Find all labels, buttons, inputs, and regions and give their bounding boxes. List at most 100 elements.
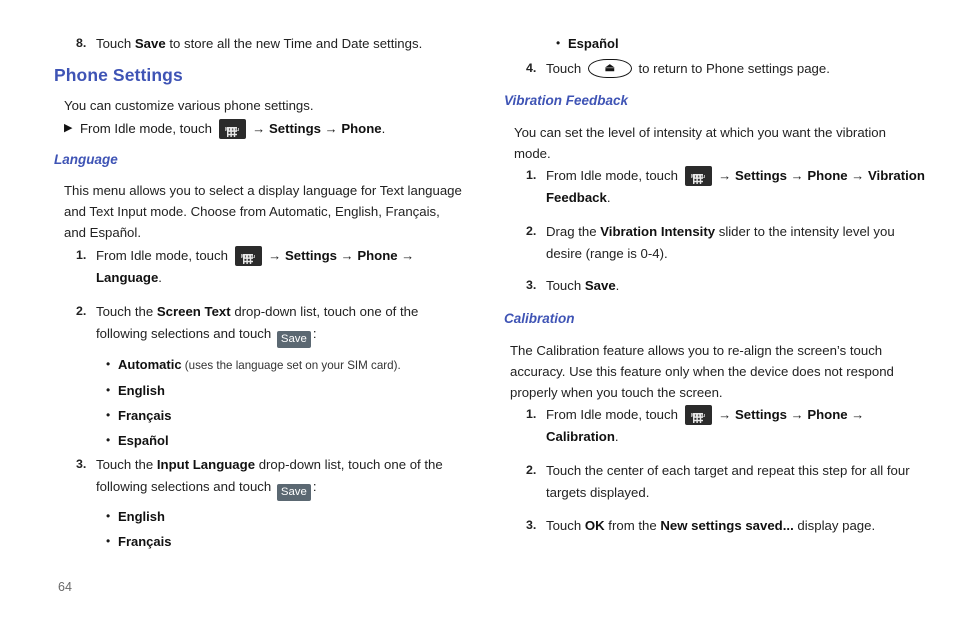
step-item: 8. Touch Save to store all the new Time …: [70, 33, 480, 55]
back-arrow-glyph: ⏏: [604, 61, 616, 74]
nav-phone-label: Phone: [341, 121, 382, 136]
arrow-icon: →: [790, 407, 804, 422]
step-text-end: .: [158, 269, 162, 285]
option-text: Español: [118, 430, 169, 451]
option-text: English: [118, 506, 165, 527]
section-intro-text: You can customize various phone settings…: [64, 98, 314, 113]
vibration-intensity-label: Vibration Intensity: [600, 224, 716, 239]
arrow-icon: →: [718, 407, 732, 422]
bullet-dot-icon: •: [106, 433, 111, 447]
step-text-end: to return to Phone settings page.: [634, 61, 830, 76]
vibration-intro-text: You can set the level of intensity at wh…: [514, 125, 886, 161]
bullet-dot-icon: •: [106, 408, 111, 422]
list-item: • Español: [544, 33, 934, 54]
step-item: 2. Touch the Screen Text drop-down list,…: [70, 301, 470, 348]
screen-text-label: Screen Text: [156, 304, 231, 319]
menu-icon-grid: [227, 127, 238, 137]
step-text-part: from the: [604, 518, 661, 533]
step-text-part: to store all the new Time and Date setti…: [165, 36, 423, 51]
bullet-dot-icon: •: [556, 36, 561, 50]
nav-settings-label: Settings: [284, 248, 337, 263]
idle-text-end: .: [381, 121, 386, 136]
step-item: 2. Drag the Vibration Intensity slider t…: [520, 221, 930, 264]
step-text-end: .: [615, 278, 620, 293]
page-number: 64: [58, 580, 72, 594]
menu-icon-grid: [693, 413, 704, 423]
option-label: Automatic: [118, 357, 182, 372]
step-text: Touch Save to store all the new Time and…: [96, 33, 480, 55]
arrow-icon: →: [252, 121, 266, 136]
screen-text-options-list: • Automatic (uses the language set on yo…: [94, 354, 484, 451]
option-label: Español: [118, 433, 169, 448]
step-item: 1. From Idle mode, touch Menu → Settings…: [70, 245, 480, 288]
triangle-bullet-icon: ▶: [64, 122, 73, 134]
nav-settings-label: Settings: [734, 168, 787, 183]
step-text: Touch Save.: [546, 275, 930, 297]
menu-grid-icon[interactable]: Menu: [684, 405, 712, 425]
step-text: From Idle mode, touch Menu → Settings → …: [546, 165, 930, 208]
arrow-icon: →: [790, 168, 804, 183]
subsection-heading-language: Language: [54, 152, 118, 167]
step-text-end: :: [312, 325, 317, 341]
option-label: Français: [118, 408, 172, 423]
list-item: • Español: [94, 430, 484, 451]
idle-mode-instruction: ▶ From Idle mode, touch Menu → Settings …: [64, 118, 479, 139]
subsection-heading-vibration-feedback: Vibration Feedback: [504, 93, 629, 108]
step-text-part: Touch: [546, 61, 585, 76]
step-number: 3.: [76, 457, 87, 471]
step-item: 3. Touch Save.: [520, 275, 930, 297]
option-text: English: [118, 380, 165, 401]
step-text-end: :: [312, 478, 317, 494]
arrow-icon: →: [718, 168, 732, 183]
ok-label: OK: [584, 518, 605, 533]
step-text: From Idle mode, touch Menu → Settings → …: [96, 245, 480, 288]
back-arrow-icon[interactable]: ⏏: [587, 59, 632, 78]
menu-grid-icon[interactable]: Menu: [684, 166, 712, 186]
idle-mode-text: From Idle mode, touch Menu → Settings → …: [80, 118, 385, 139]
step-item: 3. Touch OK from the New settings saved.…: [520, 515, 930, 537]
nav-phone-label: Phone: [807, 168, 848, 183]
step-item: 3. Touch the Input Language drop-down li…: [70, 454, 470, 501]
save-button[interactable]: Save: [276, 483, 311, 501]
step-text: Drag the Vibration Intensity slider to t…: [546, 221, 930, 264]
input-language-label: Input Language: [156, 457, 256, 472]
step-text-end: display page.: [793, 518, 876, 533]
idle-text-part: From Idle mode, touch: [80, 121, 216, 136]
save-button[interactable]: Save: [276, 330, 311, 348]
arrow-icon: →: [401, 248, 415, 263]
continued-options-list: • Español: [544, 33, 934, 54]
save-label: Save: [584, 278, 616, 293]
list-item: • Français: [94, 405, 484, 426]
section-heading-phone-settings: Phone Settings: [54, 65, 183, 85]
menu-icon-grid: [243, 254, 254, 264]
step-number: 4.: [526, 61, 537, 75]
step-number: 2.: [76, 304, 87, 318]
option-label: Français: [118, 534, 172, 549]
step-text-end: .: [606, 189, 611, 205]
manual-page: 8. Touch Save to store all the new Time …: [0, 0, 954, 636]
bullet-dot-icon: •: [106, 534, 111, 548]
option-text: Français: [118, 531, 171, 552]
step-text-part: From Idle mode, touch: [546, 407, 682, 422]
step-item: 2. Touch the center of each target and r…: [520, 460, 925, 503]
option-label: English: [118, 383, 165, 398]
arrow-icon: →: [851, 407, 865, 422]
list-item: • English: [94, 506, 484, 527]
menu-grid-icon[interactable]: Menu: [234, 246, 262, 266]
nav-settings-label: Settings: [734, 407, 787, 422]
nav-language-label: Language: [96, 269, 159, 285]
step-text: Touch ⏏ to return to Phone settings page…: [546, 58, 930, 80]
nav-phone-label: Phone: [807, 407, 848, 422]
step-item: 4. Touch ⏏ to return to Phone settings p…: [520, 58, 930, 80]
arrow-icon: →: [268, 248, 282, 263]
step-number: 2.: [526, 463, 537, 477]
step-text-part: Touch: [546, 518, 585, 533]
step-number: 2.: [526, 224, 537, 238]
step-text-part: Drag the: [546, 224, 601, 239]
step-text-end: .: [614, 428, 619, 444]
menu-grid-icon[interactable]: Menu: [218, 119, 246, 139]
step-text: Touch the Input Language drop-down list,…: [96, 454, 470, 501]
step-number: 1.: [526, 168, 537, 182]
list-item: • Automatic (uses the language set on yo…: [94, 354, 484, 376]
list-item: • English: [94, 380, 484, 401]
